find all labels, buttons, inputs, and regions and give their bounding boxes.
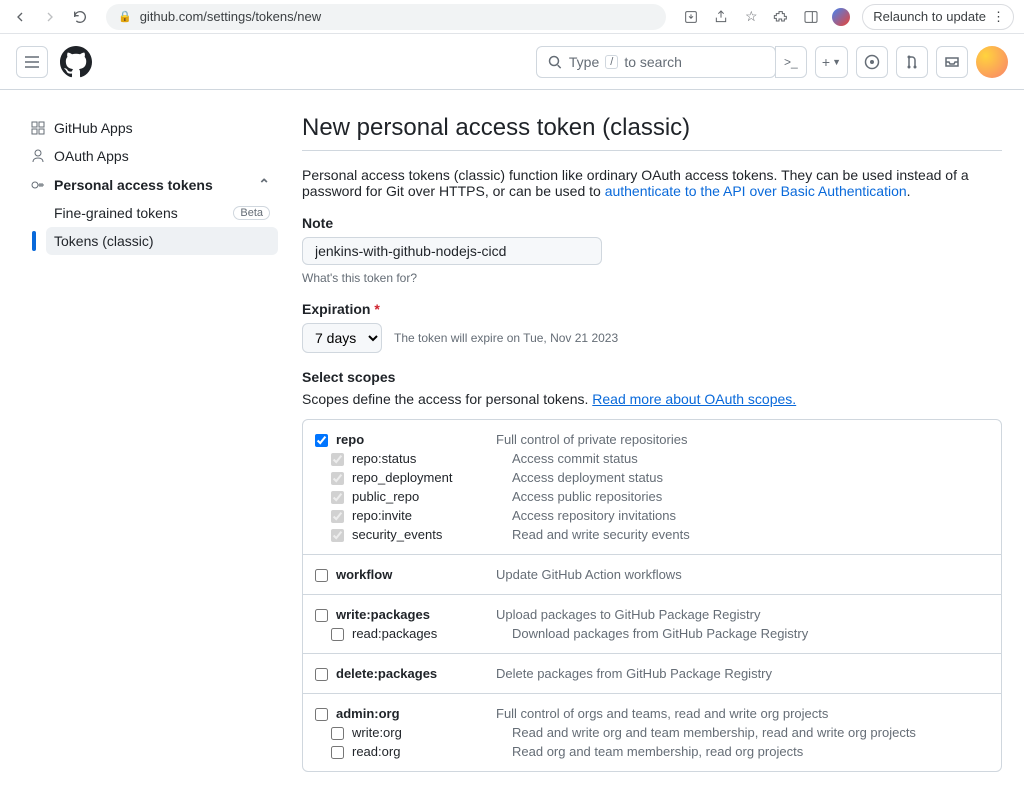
scope-repo[interactable]: repo Full control of private repositorie… (315, 430, 989, 449)
scope-checkbox[interactable] (331, 529, 344, 542)
user-avatar[interactable] (976, 46, 1008, 78)
search-input[interactable]: Type / to search (536, 46, 776, 78)
note-input[interactable] (302, 237, 602, 265)
github-header: Type / to search >_ + ▼ (0, 34, 1024, 90)
share-icon[interactable] (712, 8, 730, 26)
note-help: What's this token for? (302, 271, 1002, 285)
scope-public-repo[interactable]: public_repo Access public repositories (315, 487, 989, 506)
scope-checkbox[interactable] (331, 628, 344, 641)
lock-icon: 🔒 (118, 10, 132, 23)
inbox-button[interactable] (936, 46, 968, 78)
extensions-icon[interactable] (772, 8, 790, 26)
issues-button[interactable] (856, 46, 888, 78)
beta-badge: Beta (233, 206, 270, 220)
scopes-link[interactable]: Read more about OAuth scopes. (592, 391, 796, 407)
expiration-label: Expiration * (302, 301, 1002, 317)
search-prefix: Type (569, 54, 599, 70)
note-label: Note (302, 215, 1002, 231)
intro-link[interactable]: authenticate to the API over Basic Authe… (605, 183, 907, 199)
scope-checkbox[interactable] (315, 708, 328, 721)
relaunch-button[interactable]: Relaunch to update ⋮ (862, 4, 1014, 30)
sidebar-item-fine-grained[interactable]: Fine-grained tokens Beta (46, 199, 278, 227)
expiration-note: The token will expire on Tue, Nov 21 202… (394, 331, 618, 345)
sidebar-item-oauth-apps[interactable]: OAuth Apps (22, 142, 278, 170)
pull-requests-button[interactable] (896, 46, 928, 78)
forward-button[interactable] (40, 7, 60, 27)
sidebar-label: OAuth Apps (54, 148, 129, 164)
chevron-up-icon: ⌃ (258, 176, 270, 193)
github-logo[interactable] (60, 46, 92, 78)
sidebar-item-tokens-classic[interactable]: Tokens (classic) (46, 227, 278, 255)
scope-checkbox[interactable] (331, 727, 344, 740)
plus-icon: + (822, 54, 830, 70)
sidepanel-icon[interactable] (802, 8, 820, 26)
browser-toolbar: 🔒 github.com/settings/tokens/new ☆ Relau… (0, 0, 1024, 34)
scope-delete-packages[interactable]: delete:packages Delete packages from Git… (315, 664, 989, 683)
scope-checkbox-repo[interactable] (315, 434, 328, 447)
settings-sidebar: GitHub Apps OAuth Apps Personal access t… (22, 114, 278, 788)
scopes-intro: Scopes define the access for personal to… (302, 391, 1002, 407)
scope-checkbox[interactable] (331, 472, 344, 485)
scope-workflow[interactable]: workflow Update GitHub Action workflows (315, 565, 989, 584)
sidebar-label: Tokens (classic) (54, 233, 154, 249)
page-title: New personal access token (classic) (302, 114, 1002, 151)
search-suffix: to search (624, 54, 682, 70)
scope-checkbox[interactable] (315, 668, 328, 681)
kebab-icon: ⋮ (992, 9, 1003, 25)
scope-checkbox[interactable] (331, 491, 344, 504)
scope-checkbox[interactable] (315, 569, 328, 582)
scope-write-packages[interactable]: write:packages Upload packages to GitHub… (315, 605, 989, 624)
sidebar-label: GitHub Apps (54, 120, 133, 136)
url-bar[interactable]: 🔒 github.com/settings/tokens/new (106, 4, 666, 30)
scope-repo-deployment[interactable]: repo_deployment Access deployment status (315, 468, 989, 487)
relaunch-label: Relaunch to update (873, 9, 986, 24)
scopes-label: Select scopes (302, 369, 1002, 385)
scope-security-events[interactable]: security_events Read and write security … (315, 525, 989, 544)
scope-checkbox[interactable] (331, 510, 344, 523)
scope-repo-invite[interactable]: repo:invite Access repository invitation… (315, 506, 989, 525)
search-kbd: / (605, 55, 618, 69)
back-button[interactable] (10, 7, 30, 27)
command-palette-button[interactable]: >_ (775, 46, 807, 78)
bookmark-icon[interactable]: ☆ (742, 8, 760, 26)
url-text: github.com/settings/tokens/new (140, 9, 321, 24)
sidebar-label: Fine-grained tokens (54, 205, 178, 221)
intro-text: Personal access tokens (classic) functio… (302, 167, 1002, 199)
required-star: * (374, 301, 379, 317)
install-icon[interactable] (682, 8, 700, 26)
scope-checkbox[interactable] (331, 453, 344, 466)
scope-checkbox[interactable] (315, 609, 328, 622)
scope-write-org[interactable]: write:org Read and write org and team me… (315, 723, 989, 742)
reload-button[interactable] (70, 7, 90, 27)
expiration-select[interactable]: 7 days (302, 323, 382, 353)
scope-read-org[interactable]: read:org Read org and team membership, r… (315, 742, 989, 761)
profile-ext-icon[interactable] (832, 8, 850, 26)
scope-read-packages[interactable]: read:packages Download packages from Git… (315, 624, 989, 643)
hamburger-button[interactable] (16, 46, 48, 78)
sidebar-label: Personal access tokens (54, 177, 213, 193)
main-content: New personal access token (classic) Pers… (302, 114, 1002, 788)
caret-down-icon: ▼ (832, 57, 841, 67)
sidebar-item-pat[interactable]: Personal access tokens ⌃ (22, 170, 278, 199)
scope-admin-org[interactable]: admin:org Full control of orgs and teams… (315, 704, 989, 723)
scope-repo-status[interactable]: repo:status Access commit status (315, 449, 989, 468)
create-new-button[interactable]: + ▼ (815, 46, 848, 78)
scopes-box: repo Full control of private repositorie… (302, 419, 1002, 772)
sidebar-item-github-apps[interactable]: GitHub Apps (22, 114, 278, 142)
scope-checkbox[interactable] (331, 746, 344, 759)
